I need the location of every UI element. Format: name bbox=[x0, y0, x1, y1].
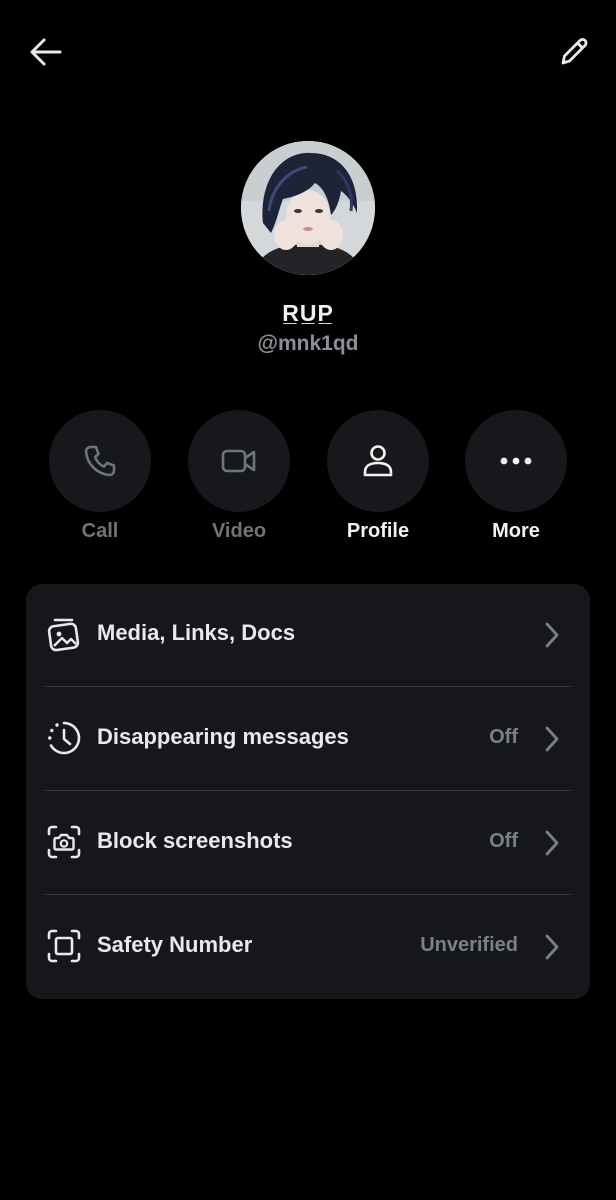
call-label: Call bbox=[81, 520, 119, 542]
edit-button[interactable] bbox=[550, 30, 598, 74]
profile-button-circle[interactable] bbox=[327, 410, 429, 512]
block-screenshots-title: Block screenshots bbox=[97, 828, 293, 853]
media-links-docs-title: Media, Links, Docs bbox=[97, 620, 296, 645]
disappearing-messages-row[interactable]: Disappearing messages Off bbox=[26, 688, 590, 791]
media-links-docs-row[interactable]: Media, Links, Docs bbox=[26, 584, 590, 687]
media-gallery-icon bbox=[46, 616, 82, 652]
arrow-left-icon bbox=[29, 37, 63, 67]
person-icon bbox=[361, 443, 395, 479]
contact-handle: @mnk1qd bbox=[257, 332, 359, 355]
video-label: Video bbox=[211, 520, 267, 542]
more-button-circle[interactable] bbox=[465, 410, 567, 512]
block-screenshots-row[interactable]: Block screenshots Off bbox=[26, 792, 590, 895]
profile-label: Profile bbox=[346, 520, 410, 542]
pencil-icon bbox=[557, 35, 591, 69]
avatar[interactable] bbox=[241, 141, 375, 275]
timer-icon bbox=[46, 720, 82, 756]
row-divider bbox=[45, 894, 571, 895]
block-screenshots-value: Off bbox=[489, 830, 518, 852]
chevron-right-icon bbox=[542, 828, 562, 858]
chevron-right-icon bbox=[542, 724, 562, 754]
safety-number-title: Safety Number bbox=[97, 932, 253, 957]
row-divider bbox=[45, 790, 571, 791]
back-button[interactable] bbox=[22, 30, 70, 74]
video-button-circle[interactable] bbox=[188, 410, 290, 512]
conversation-settings-card: Media, Links, Docs Disappearing messages… bbox=[26, 584, 590, 999]
call-button-circle[interactable] bbox=[49, 410, 151, 512]
more-button[interactable]: More bbox=[464, 410, 568, 550]
video-button[interactable]: Video bbox=[187, 410, 291, 550]
action-buttons: Call Video Profile More bbox=[0, 410, 616, 550]
top-bar bbox=[0, 0, 616, 104]
chevron-right-icon bbox=[542, 620, 562, 650]
disappearing-messages-title: Disappearing messages bbox=[97, 724, 349, 749]
screenshot-camera-icon bbox=[46, 824, 82, 860]
call-button[interactable]: Call bbox=[48, 410, 152, 550]
profile-button[interactable]: Profile bbox=[326, 410, 430, 550]
more-label: More bbox=[492, 520, 540, 542]
safety-number-value: Unverified bbox=[420, 934, 518, 956]
chevron-right-icon bbox=[542, 932, 562, 962]
safety-frame-icon bbox=[46, 928, 82, 964]
row-divider bbox=[45, 686, 571, 687]
contact-display-name: R̲U̲P̲ bbox=[282, 300, 334, 326]
disappearing-messages-value: Off bbox=[489, 726, 518, 748]
phone-icon bbox=[82, 443, 118, 479]
safety-number-row[interactable]: Safety Number Unverified bbox=[26, 896, 590, 999]
video-camera-icon bbox=[220, 445, 258, 477]
ellipsis-icon bbox=[499, 456, 533, 466]
